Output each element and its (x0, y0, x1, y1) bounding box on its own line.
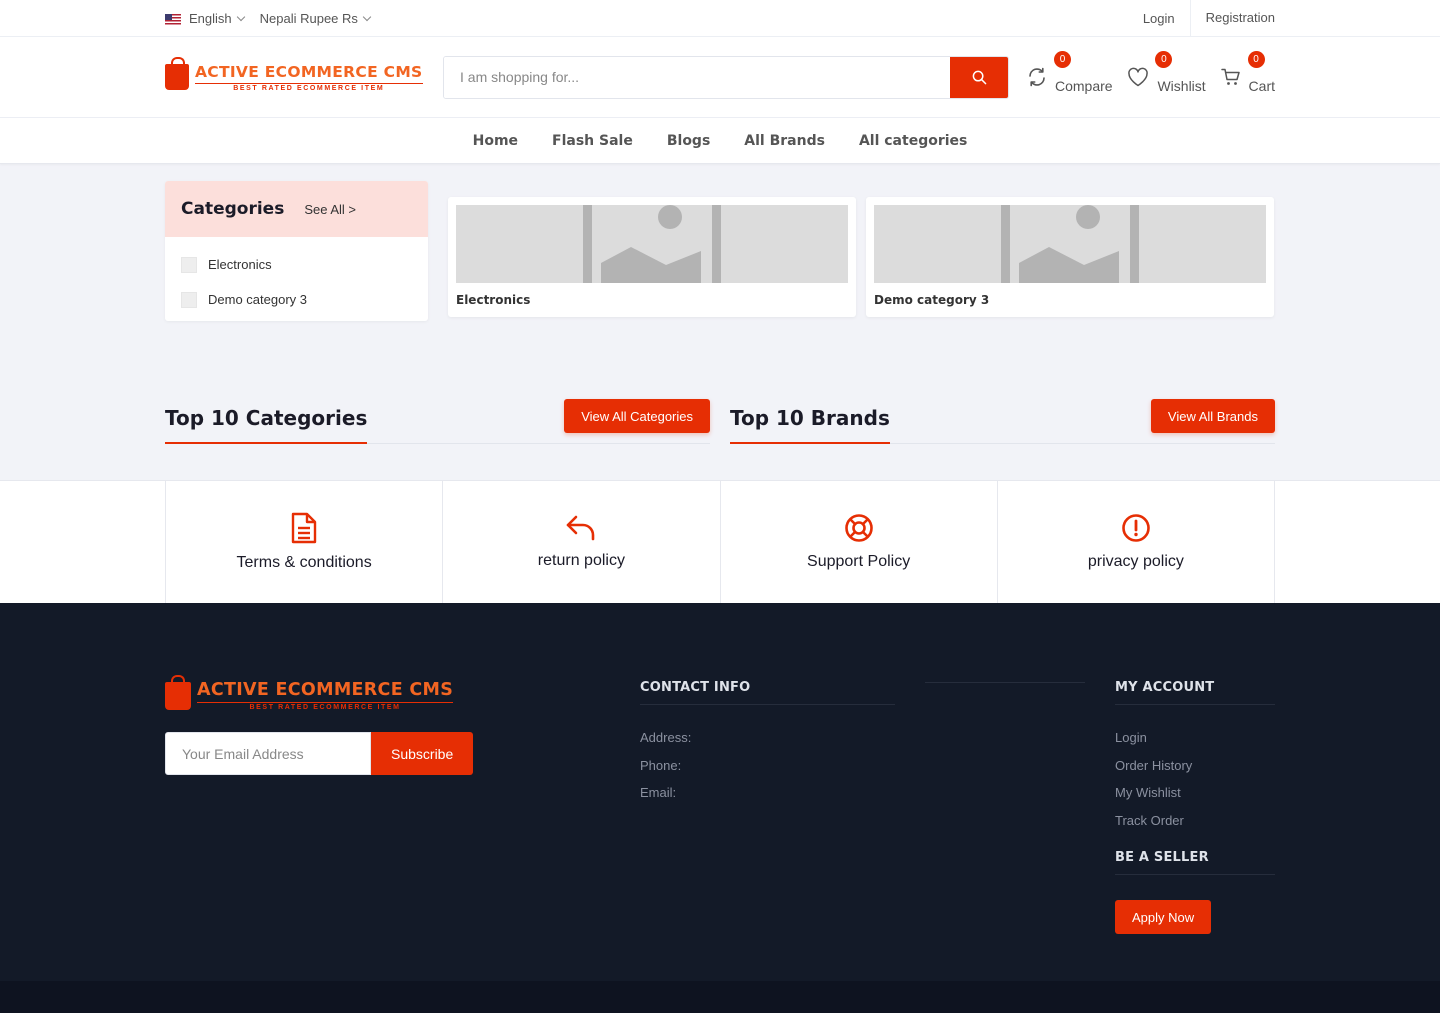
refresh-icon (1029, 67, 1045, 87)
footer: ACTIVE ECOMMERCE CMS BEST RATED ECOMMERC… (0, 603, 1440, 981)
nav-blogs[interactable]: Blogs (650, 133, 727, 149)
site-logo[interactable]: ACTIVE ECOMMERCE CMS BEST RATED ECOMMERC… (165, 57, 443, 92)
footer-order-history-link[interactable]: Order History (1115, 758, 1275, 786)
cart-count-badge: 0 (1247, 51, 1265, 68)
policy-label: Support Policy (807, 553, 911, 570)
nav-home[interactable]: Home (456, 133, 535, 149)
main-nav: Home Flash Sale Blogs All Brands All cat… (0, 118, 1440, 164)
nav-all-brands[interactable]: All Brands (727, 133, 842, 149)
language-selector[interactable]: English (165, 10, 245, 26)
subscribe-button[interactable]: Subscribe (371, 732, 474, 775)
support-policy-link[interactable]: Support Policy (719, 481, 997, 603)
newsletter-form: Subscribe (165, 732, 640, 775)
policy-label: privacy policy (1087, 553, 1184, 570)
shopping-bag-logo-icon (165, 57, 189, 90)
policy-label: return policy (537, 552, 625, 569)
logo-subtitle: BEST RATED ECOMMERCE ITEM (195, 82, 423, 92)
exclamation-circle-icon (1122, 514, 1150, 542)
cart-icon (1220, 68, 1240, 85)
view-all-categories-button[interactable]: View All Categories (564, 399, 710, 433)
image-placeholder-icon (874, 205, 1266, 283)
compare-count-badge: 0 (1054, 51, 1071, 68)
footer-login-link[interactable]: Login (1115, 730, 1275, 758)
contact-email: Email: (640, 785, 677, 800)
category-label: Electronics (208, 257, 272, 272)
top-categories-title: Top 10 Categories (165, 406, 368, 444)
footer-wishlist-link[interactable]: My Wishlist (1115, 785, 1275, 813)
chevron-down-icon (236, 12, 245, 21)
contact-info-heading: CONTACT INFO (640, 680, 895, 705)
category-item[interactable]: Demo category 3 (181, 282, 412, 317)
top-brands-header: Top 10 Brands View All Brands (730, 399, 1275, 444)
login-link[interactable]: Login (1128, 11, 1190, 26)
shopping-bag-logo-icon (165, 674, 191, 710)
top-categories-header: Top 10 Categories View All Categories (165, 399, 710, 444)
card-caption: Electronics (456, 293, 531, 307)
privacy-policy-link[interactable]: privacy policy (996, 481, 1275, 603)
card-caption: Demo category 3 (874, 293, 990, 307)
us-flag-icon (165, 13, 181, 25)
footer-divider (925, 682, 1085, 683)
footer-bottom-bar (0, 981, 1440, 1013)
cart-label: Cart (1248, 78, 1275, 94)
featured-category-card[interactable]: Demo category 3 (866, 197, 1274, 317)
search-bar (443, 55, 1009, 99)
currency-label: Nepali Rupee Rs (259, 10, 358, 26)
policies-bar: Terms & conditions return policy Support… (0, 480, 1440, 603)
chevron-down-icon (362, 12, 372, 21)
footer-logo-subtitle: BEST RATED ECOMMERCE ITEM (197, 702, 454, 711)
my-account-heading: MY ACCOUNT (1115, 680, 1275, 705)
wishlist-count-badge: 0 (1155, 51, 1173, 68)
featured-category-card[interactable]: Electronics (448, 197, 856, 317)
terms-conditions-link[interactable]: Terms & conditions (165, 481, 442, 603)
compare-link[interactable]: 0 Compare (1027, 51, 1113, 94)
search-icon (972, 70, 986, 84)
currency-selector[interactable]: Nepali Rupee Rs (259, 10, 372, 26)
wishlist-label: Wishlist (1157, 78, 1206, 94)
category-thumbnail (181, 291, 197, 308)
logo-title: ACTIVE ECOMMERCE CMS (195, 62, 423, 81)
search-input[interactable] (444, 56, 950, 98)
policy-label: Terms & conditions (236, 554, 372, 571)
category-thumbnail (181, 256, 197, 273)
return-policy-link[interactable]: return policy (442, 481, 719, 603)
categories-sidebar: Categories See All > Electronics Demo ca… (165, 181, 428, 321)
contact-address: Address: (640, 730, 692, 745)
image-placeholder-icon (456, 205, 848, 283)
registration-link[interactable]: Registration (1189, 0, 1275, 36)
categories-title: Categories (181, 199, 285, 219)
category-item[interactable]: Electronics (181, 247, 412, 282)
header: ACTIVE ECOMMERCE CMS BEST RATED ECOMMERC… (0, 37, 1440, 118)
contact-phone: Phone: (640, 757, 682, 773)
wishlist-link[interactable]: 0 Wishlist (1127, 51, 1206, 94)
view-all-brands-button[interactable]: View All Brands (1150, 399, 1275, 433)
see-all-link[interactable]: See All > (304, 202, 356, 217)
cart-link[interactable]: 0 Cart (1220, 51, 1275, 94)
heart-icon (1128, 67, 1149, 87)
nav-all-categories[interactable]: All categories (842, 133, 984, 149)
top-brands-title: Top 10 Brands (730, 406, 890, 444)
lifebuoy-icon (844, 514, 873, 542)
footer-logo-title: ACTIVE ECOMMERCE CMS (197, 680, 454, 700)
language-label: English (189, 10, 232, 26)
category-label: Demo category 3 (208, 292, 307, 307)
footer-logo[interactable]: ACTIVE ECOMMERCE CMS BEST RATED ECOMMERC… (165, 674, 640, 711)
nav-flash-sale[interactable]: Flash Sale (535, 133, 650, 149)
document-icon (291, 512, 317, 544)
email-input[interactable] (165, 732, 371, 775)
compare-label: Compare (1055, 78, 1113, 94)
reply-arrow-icon (567, 515, 595, 541)
apply-now-button[interactable]: Apply Now (1115, 900, 1212, 934)
be-a-seller-heading: BE A SELLER (1115, 850, 1275, 875)
footer-track-order-link[interactable]: Track Order (1115, 813, 1275, 841)
search-button[interactable] (950, 56, 1008, 98)
top-bar: English Nepali Rupee Rs Login Registrati… (0, 0, 1440, 37)
